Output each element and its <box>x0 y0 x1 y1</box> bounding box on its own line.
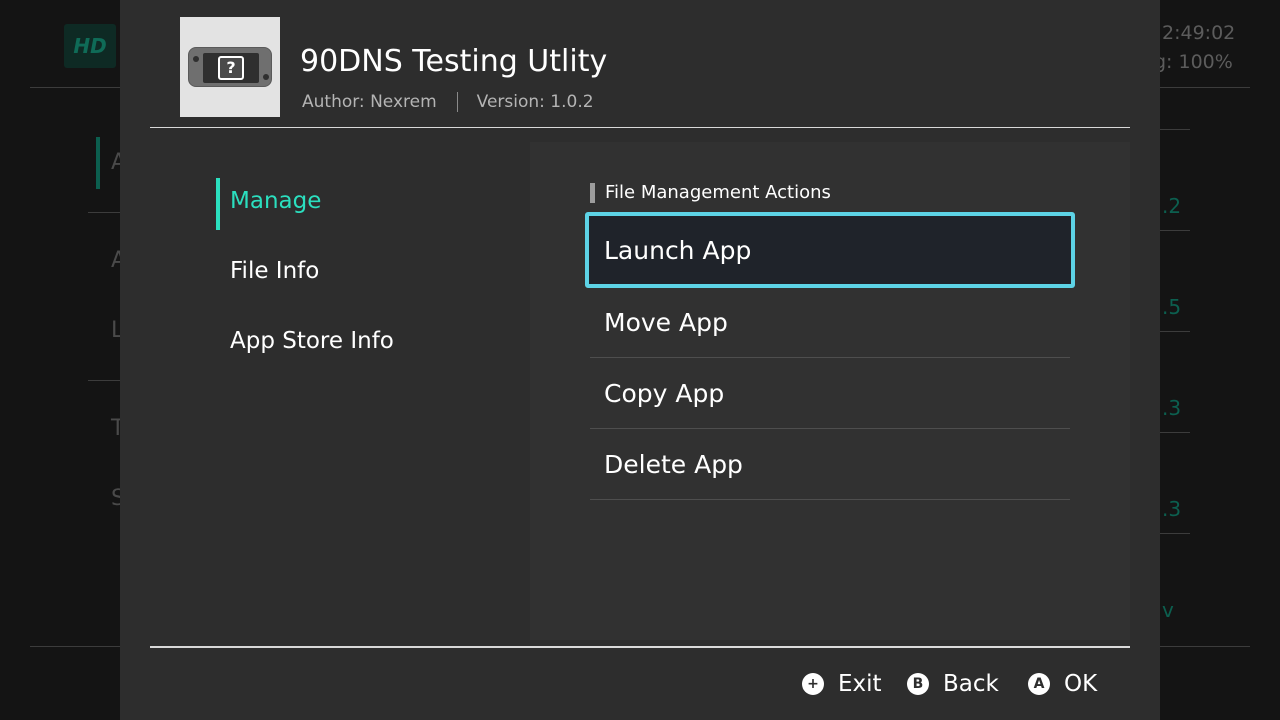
app-title: 90DNS Testing Utlity <box>300 44 608 79</box>
bg-list-divider <box>1160 230 1190 231</box>
bg-list-divider <box>1160 432 1190 433</box>
console-question-icon: ? <box>188 47 272 87</box>
section-header: File Management Actions <box>590 182 831 203</box>
bg-list-divider <box>1160 533 1190 534</box>
battery-status: g: 100% <box>1154 51 1233 73</box>
app-meta: Author: Nexrem Version: 1.0.2 <box>302 92 594 112</box>
hd-logo: HD <box>64 24 116 68</box>
button-hints: + Exit B Back A OK <box>120 664 1160 704</box>
footer-divider <box>150 646 1130 648</box>
section-title: File Management Actions <box>605 182 831 203</box>
back-hint[interactable]: B Back <box>907 664 999 704</box>
b-button-icon: B <box>907 673 929 695</box>
copy-app-button[interactable]: Copy App <box>590 358 1070 429</box>
nav-item-app-store-info[interactable]: App Store Info <box>230 328 394 354</box>
ok-label: OK <box>1064 671 1098 697</box>
move-app-button[interactable]: Move App <box>590 287 1070 358</box>
meta-divider <box>456 92 458 112</box>
author-label: Author: Nexrem <box>302 92 437 112</box>
a-button-icon: A <box>1028 673 1050 695</box>
bg-list-divider <box>1160 129 1190 130</box>
bg-list-value: .5 <box>1162 295 1182 319</box>
active-nav-indicator <box>216 178 220 230</box>
nav-item-file-info[interactable]: File Info <box>230 258 319 284</box>
ok-hint[interactable]: A OK <box>1028 664 1097 704</box>
launch-app-button[interactable]: Launch App <box>585 212 1075 288</box>
dialog-nav: Manage File Info App Store Info <box>150 142 530 640</box>
plus-button-icon: + <box>802 673 824 695</box>
app-icon: ? <box>180 17 280 117</box>
back-label: Back <box>943 671 999 697</box>
bg-selection-bar <box>96 137 100 189</box>
nav-item-manage[interactable]: Manage <box>230 188 321 214</box>
bg-sidebar-divider <box>88 380 120 381</box>
bg-list-value: .3 <box>1162 396 1182 420</box>
exit-hint[interactable]: + Exit <box>802 664 882 704</box>
bg-list-value: .2 <box>1162 194 1182 218</box>
header-divider <box>150 127 1130 128</box>
exit-label: Exit <box>838 671 882 697</box>
bg-list-value: v <box>1162 598 1174 622</box>
actions-panel: File Management Actions Launch App Move … <box>530 142 1130 640</box>
section-marker <box>590 182 595 203</box>
clock: 2:49:02 <box>1162 22 1236 44</box>
bg-sidebar-divider <box>88 212 120 213</box>
bg-list-divider <box>1160 331 1190 332</box>
bg-list-value: .3 <box>1162 497 1182 521</box>
version-label: Version: 1.0.2 <box>476 92 594 112</box>
app-details-dialog: ? 90DNS Testing Utlity Author: Nexrem Ve… <box>120 0 1160 720</box>
delete-app-button[interactable]: Delete App <box>590 429 1070 500</box>
